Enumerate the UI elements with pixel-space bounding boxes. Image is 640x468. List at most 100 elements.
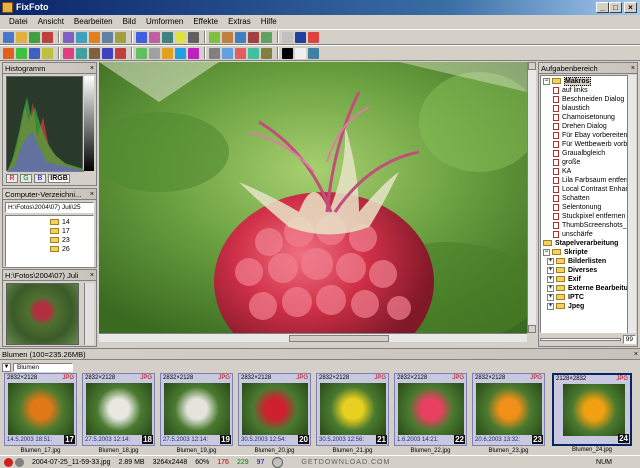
channel-r[interactable]: R: [6, 174, 18, 183]
script-item[interactable]: + Externe Bearbeitu: [547, 284, 627, 293]
toolbar-button[interactable]: [222, 47, 233, 59]
tasks-scrollbar[interactable]: [627, 75, 636, 333]
toolbar-button[interactable]: [136, 47, 147, 59]
expand-icon[interactable]: +: [547, 275, 554, 283]
toolbar-button[interactable]: [261, 31, 272, 43]
toolbar-button[interactable]: [295, 47, 306, 59]
toolbar-button[interactable]: [162, 31, 173, 43]
toolbar-button[interactable]: [188, 31, 199, 43]
close-icon[interactable]: ×: [634, 349, 638, 360]
toolbar-button[interactable]: [115, 47, 126, 59]
macro-item[interactable]: KA: [553, 167, 627, 176]
toolbar-button[interactable]: [29, 47, 40, 59]
toolbar-button[interactable]: [16, 47, 27, 59]
scroll-up-icon[interactable]: [528, 62, 536, 70]
menu-datei[interactable]: Datei: [4, 15, 33, 29]
toolbar-button[interactable]: [42, 47, 53, 59]
maximize-button[interactable]: □: [609, 2, 622, 13]
menu-ansicht[interactable]: Ansicht: [33, 15, 69, 29]
toolbar-button[interactable]: [235, 31, 246, 43]
toolbar-button[interactable]: [76, 47, 87, 59]
macro-item[interactable]: Lila Farbsaum entferr: [553, 176, 627, 185]
thumbnail-item[interactable]: 2128×2832 JPG 24 Blumen_24.jpg: [552, 373, 632, 453]
toolbar-button[interactable]: [209, 31, 220, 43]
expand-icon[interactable]: +: [547, 302, 554, 310]
folder-item[interactable]: 23: [50, 236, 93, 245]
toolbar-button[interactable]: [175, 31, 186, 43]
macro-item[interactable]: auf links: [553, 86, 627, 95]
preview-scrollbar[interactable]: [84, 283, 94, 345]
thumbnail-item[interactable]: 2832×2128 JPG 30.5.2003 12:56: 21 Blumen_21.…: [316, 373, 389, 454]
folder-item[interactable]: 14: [50, 218, 93, 227]
thumbnail-item[interactable]: 2832×2128 JPG 30.5.2003 12:54: 20 Blumen_20.…: [238, 373, 311, 454]
toolbar-button[interactable]: [261, 47, 272, 59]
thumbnail-item[interactable]: 2832×2128 JPG 14.5.2003 18:51: 17 Blumen_17.…: [4, 373, 77, 454]
macro-item[interactable]: Schatten: [553, 194, 627, 203]
close-icon[interactable]: ×: [631, 63, 635, 74]
macro-item[interactable]: Für Ebay vorbereiten: [553, 131, 627, 140]
macro-item[interactable]: ThumbScreenshots_F: [553, 221, 627, 230]
toolbar-button[interactable]: [3, 47, 14, 59]
macro-item[interactable]: Für Wettbewerb vorb: [553, 140, 627, 149]
toolbar-button[interactable]: [102, 47, 113, 59]
toolbar-button[interactable]: [175, 47, 186, 59]
macro-item[interactable]: unschärfe: [553, 230, 627, 239]
menu-umformen[interactable]: Umformen: [141, 15, 188, 29]
expand-icon[interactable]: +: [547, 293, 554, 301]
menu-bearbeiten[interactable]: Bearbeiten: [69, 15, 118, 29]
channel-b[interactable]: B: [34, 174, 46, 183]
folder-item[interactable]: 17: [50, 227, 93, 236]
script-item[interactable]: + Diverses: [547, 266, 627, 275]
zoom-value[interactable]: 99: [622, 334, 636, 344]
toolbar-button[interactable]: [63, 47, 74, 59]
thumbnail-item[interactable]: 2832×2128 JPG 27.5.2003 12:14: 18 Blumen_18.…: [82, 373, 155, 454]
preview-thumbnail[interactable]: [6, 283, 79, 345]
macro-item[interactable]: Local Contrast Enhan: [553, 185, 627, 194]
menu-hilfe[interactable]: Hilfe: [256, 15, 282, 29]
toolbar-button[interactable]: [42, 31, 53, 43]
toolbar-button[interactable]: [308, 47, 319, 59]
channel-irgb[interactable]: IRGB: [48, 174, 70, 183]
menu-bild[interactable]: Bild: [118, 15, 141, 29]
chevron-down-icon[interactable]: ▼: [2, 362, 11, 372]
macro-item[interactable]: Chamoisetonung: [553, 113, 627, 122]
toolbar-button[interactable]: [162, 47, 173, 59]
toolbar-button[interactable]: [136, 31, 147, 43]
menu-extras[interactable]: Extras: [223, 15, 256, 29]
toolbar-button[interactable]: [149, 47, 160, 59]
toolbar-button[interactable]: [115, 31, 126, 43]
macro-item[interactable]: Selentonung: [553, 203, 627, 212]
canvas-vertical-scrollbar[interactable]: [527, 62, 536, 333]
script-item[interactable]: + IPTC: [547, 293, 627, 302]
tree-group-stapelverarbeitung[interactable]: Stapelverarbeitung: [543, 239, 627, 248]
close-icon[interactable]: ×: [90, 63, 94, 74]
folder-path-field[interactable]: H:\Fotos\2004\07) Juli\25: [5, 202, 94, 213]
toolbar-button[interactable]: [282, 31, 293, 43]
toolbar-button[interactable]: [149, 31, 160, 43]
script-item[interactable]: + Bilderlisten: [547, 257, 627, 266]
toolbar-button[interactable]: [295, 31, 306, 43]
toolbar-button[interactable]: [29, 31, 40, 43]
toolbar-button[interactable]: [89, 47, 100, 59]
toolbar-button[interactable]: [308, 31, 319, 43]
toolbar-button[interactable]: [89, 31, 100, 43]
folder-select[interactable]: Blumen: [13, 362, 73, 372]
close-icon[interactable]: ×: [90, 189, 94, 200]
script-item[interactable]: + Exif: [547, 275, 627, 284]
toolbar-button[interactable]: [63, 31, 74, 43]
toolbar-button[interactable]: [235, 47, 246, 59]
macro-item[interactable]: Beschneiden Dialog: [553, 95, 627, 104]
toolbar-button[interactable]: [102, 31, 113, 43]
close-icon[interactable]: ×: [90, 270, 94, 281]
expand-icon[interactable]: +: [547, 266, 554, 274]
minimize-button[interactable]: _: [596, 2, 609, 13]
toolbar-button[interactable]: [282, 47, 293, 59]
toolbar-button[interactable]: [76, 31, 87, 43]
toolbar-button[interactable]: [3, 31, 14, 43]
scroll-down-icon[interactable]: [528, 325, 536, 333]
tree-root-makros[interactable]: − Makros: [543, 77, 627, 86]
expand-icon[interactable]: +: [547, 257, 554, 265]
menu-effekte[interactable]: Effekte: [188, 15, 223, 29]
toolbar-button[interactable]: [188, 47, 199, 59]
folder-item[interactable]: 26: [50, 245, 93, 254]
